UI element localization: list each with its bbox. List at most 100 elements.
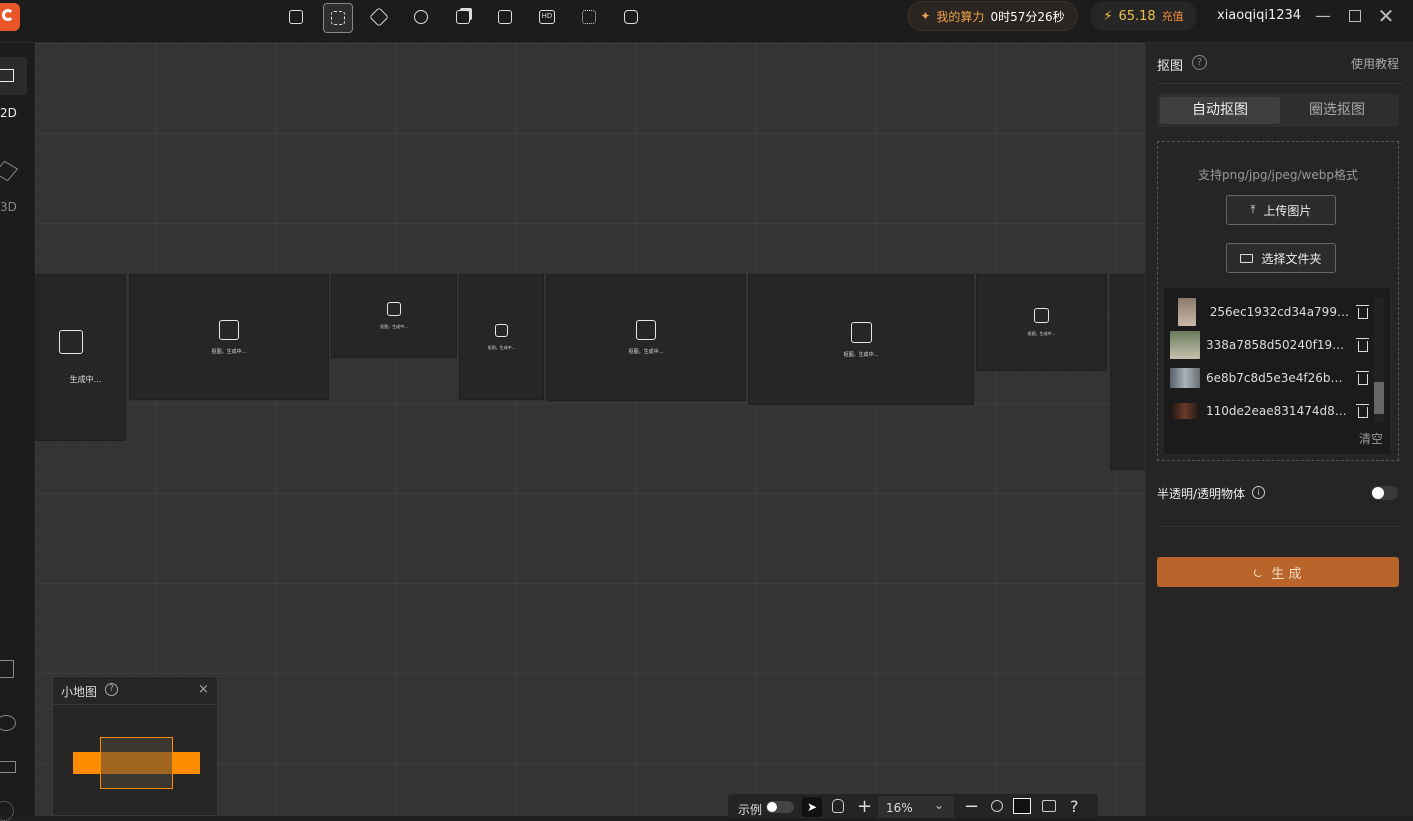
placeholder-square-icon (219, 319, 239, 340)
upload-dropzone[interactable]: 支持png/jpg/jpeg/webp格式 ⤒ 上传图片 选择文件夹 256ec… (1157, 141, 1399, 461)
select-folder-button[interactable]: 选择文件夹 (1226, 243, 1336, 273)
scrollbar[interactable] (1374, 298, 1384, 422)
rotate-face-icon[interactable] (407, 3, 435, 31)
minimap-close-icon[interactable]: × (198, 682, 209, 697)
expand-icon[interactable] (491, 3, 519, 31)
minimap-header: 小地图 ? × (53, 677, 217, 705)
cube-icon[interactable] (0, 160, 19, 182)
zoom-select[interactable]: 16% ⌄ (878, 796, 954, 818)
file-name: 338a7858d50240f194a8... (1206, 338, 1348, 352)
credit-value: 65.18 (1118, 8, 1156, 24)
list-item[interactable]: 256ec1932cd34a799fe86... (1170, 296, 1350, 328)
minimap[interactable]: 小地图 ? × (52, 676, 218, 816)
transparent-object-label: 半透明/透明物体 (1157, 487, 1246, 501)
tab-auto-cutout[interactable]: 自动抠图 (1160, 97, 1280, 124)
credit-badge[interactable]: ⚡ 65.18 充值 (1090, 1, 1197, 31)
video-icon[interactable] (617, 3, 645, 31)
upload-image-button[interactable]: ⤒ 上传图片 (1226, 195, 1336, 225)
card-status: 抠图，生成中... (1027, 331, 1056, 336)
card-status: 抠图，生成中... (380, 324, 408, 329)
canvas-card[interactable]: 抠图，生成中... (976, 274, 1107, 371)
minimize-icon[interactable]: — (1313, 6, 1333, 26)
maximize-icon[interactable] (1345, 6, 1365, 26)
minimap-viewport[interactable] (100, 737, 173, 789)
clear-button[interactable]: 清空 (1359, 430, 1383, 447)
delete-icon[interactable] (1356, 371, 1369, 385)
file-thumbnail (1170, 368, 1200, 388)
image-icon (0, 69, 14, 82)
placeholder-square-icon (636, 320, 656, 340)
placeholder-square-icon (850, 321, 872, 343)
help-button[interactable]: ? (1070, 797, 1079, 816)
card-status: 抠图，生成中... (487, 344, 516, 350)
delete-icon[interactable] (1356, 305, 1369, 319)
zoom-in-icon[interactable]: + (857, 796, 872, 817)
canvas-card[interactable]: 生成中... (35, 274, 126, 441)
canvas-card[interactable] (1110, 274, 1145, 470)
folder-icon (1240, 253, 1254, 263)
username[interactable]: xiaoqiqi1234 (1217, 8, 1301, 23)
select-arrow-icon[interactable]: ➤ (802, 797, 822, 817)
recharge-button[interactable]: 充值 (1162, 8, 1184, 24)
canvas-card[interactable]: 抠图，生成中... (331, 274, 457, 358)
canvas-card[interactable]: 抠图，生成中... (459, 274, 544, 400)
text-scan-icon[interactable] (575, 3, 603, 31)
upload-icon: ⤒ (1250, 203, 1256, 216)
divider (1157, 83, 1403, 84)
hand-icon[interactable] (832, 799, 844, 813)
example-toggle[interactable] (766, 801, 794, 813)
loading-spinner-icon (1254, 567, 1264, 577)
computing-power-badge[interactable]: ✦ 我的算力 0时57分26秒 (907, 1, 1078, 31)
example-label: 示例 (738, 803, 763, 817)
zoom-value: 16% (886, 801, 913, 815)
card-status: 抠图，生成中... (843, 351, 879, 358)
list-item[interactable]: 110de2eae831474d8975... (1170, 395, 1350, 427)
list-item[interactable]: 6e8b7c8d5e3e4f26ba8b... (1170, 362, 1350, 394)
settings-icon[interactable] (0, 801, 14, 821)
card-status: 抠图，生成中... (628, 349, 664, 355)
sidebar-label-3d: 3D (0, 200, 17, 214)
canvas-card[interactable]: 抠图，生成中... (748, 274, 974, 405)
sidebar-item-2d[interactable] (0, 57, 27, 95)
file-list: 256ec1932cd34a799fe86... 338a7858d50240f… (1164, 288, 1390, 454)
panel-title: 抠图 (1157, 59, 1184, 74)
delete-icon[interactable] (1356, 404, 1369, 418)
locate-icon[interactable] (991, 800, 1003, 812)
tab-lasso-cutout[interactable]: 圈选抠图 (1278, 97, 1396, 124)
help-icon[interactable]: ? (1192, 55, 1207, 70)
cutout-panel: 抠图 ? 使用教程 自动抠图 圈选抠图 支持png/jpg/jpeg/webp格… (1145, 43, 1413, 816)
file-name: 256ec1932cd34a799fe86... (1209, 305, 1350, 319)
fit-screen-icon[interactable] (1013, 798, 1031, 814)
clean-icon[interactable] (1042, 800, 1056, 812)
card-status: 生成中... (69, 375, 102, 384)
placeholder-square-icon (387, 302, 401, 316)
generate-button[interactable]: 生 成 (1157, 557, 1399, 587)
mail-icon[interactable] (0, 761, 16, 773)
list-item[interactable]: 338a7858d50240f194a8... (1170, 329, 1350, 361)
close-icon[interactable]: ✕ (1376, 6, 1396, 26)
chat-icon[interactable] (0, 715, 16, 731)
minimap-title: 小地图 (61, 685, 98, 699)
file-thumbnail (1170, 403, 1200, 419)
layer-icon[interactable] (449, 3, 477, 31)
placeholder-square-icon (58, 330, 83, 354)
delete-icon[interactable] (1356, 338, 1369, 352)
mode-tabs: 自动抠图 圈选抠图 (1157, 94, 1399, 127)
scrollbar-thumb[interactable] (1374, 382, 1384, 414)
transparent-object-toggle[interactable] (1371, 486, 1398, 500)
info-icon[interactable]: i (1252, 486, 1265, 499)
history-icon[interactable] (0, 660, 14, 678)
canvas-card[interactable]: 抠图，生成中... (129, 274, 329, 400)
left-sidebar: 2D 3D (0, 43, 35, 821)
eraser-icon[interactable] (365, 3, 393, 31)
canvas-toolbar: 示例 ➤ + 16% ⌄ − ? (728, 794, 1098, 818)
zoom-out-icon[interactable]: − (964, 796, 979, 817)
help-icon[interactable]: ? (105, 683, 118, 696)
smart-crop-icon[interactable] (282, 3, 310, 31)
file-name: 110de2eae831474d8975... (1206, 404, 1348, 418)
lightning-icon: ⚡ (1103, 8, 1113, 24)
hd-icon[interactable]: HD (533, 3, 561, 31)
canvas-card[interactable]: 抠图，生成中... (546, 274, 746, 401)
cutout-icon[interactable] (323, 3, 353, 33)
tutorial-link[interactable]: 使用教程 (1351, 55, 1399, 72)
